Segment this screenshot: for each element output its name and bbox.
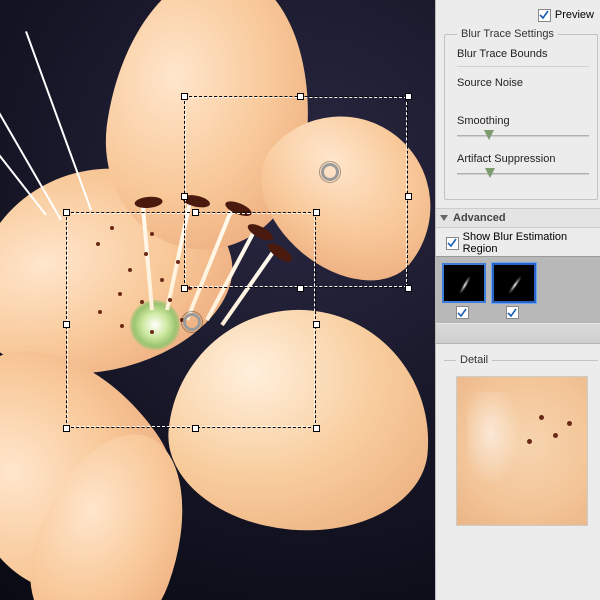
image-canvas[interactable]: [0, 0, 435, 600]
smoothing-label: Smoothing: [457, 115, 589, 127]
detail-preview: [456, 376, 588, 526]
show-regions-checkbox[interactable]: [446, 237, 459, 250]
blur-trace-thumbnails: [435, 256, 600, 324]
artifact-label: Artifact Suppression: [457, 153, 589, 165]
detail-legend: Detail: [456, 354, 492, 366]
advanced-header[interactable]: Advanced: [435, 208, 600, 228]
smoothing-slider[interactable]: [457, 131, 589, 145]
blur-trace-1[interactable]: [442, 263, 486, 319]
preview-image: [0, 0, 435, 600]
blur-trace-2[interactable]: [492, 263, 536, 319]
preview-checkbox[interactable]: [538, 9, 551, 22]
disclosure-triangle-icon: [440, 215, 448, 221]
blur-trace-legend: Blur Trace Settings: [457, 28, 558, 40]
blur-trace-bounds-label: Blur Trace Bounds: [457, 48, 589, 60]
blur-trace-settings-group: Blur Trace Settings Blur Trace Bounds So…: [444, 28, 598, 200]
blur-trace-2-checkbox[interactable]: [506, 306, 519, 319]
advanced-legend: Advanced: [453, 212, 506, 224]
source-noise-label: Source Noise: [457, 77, 589, 89]
artifact-slider[interactable]: [457, 169, 589, 183]
preview-label: Preview: [555, 9, 594, 21]
settings-panel: Preview Blur Trace Settings Blur Trace B…: [435, 0, 600, 600]
blur-trace-1-checkbox[interactable]: [456, 306, 469, 319]
show-regions-label: Show Blur Estimation Region: [463, 231, 600, 255]
detail-group: Detail: [444, 354, 598, 534]
